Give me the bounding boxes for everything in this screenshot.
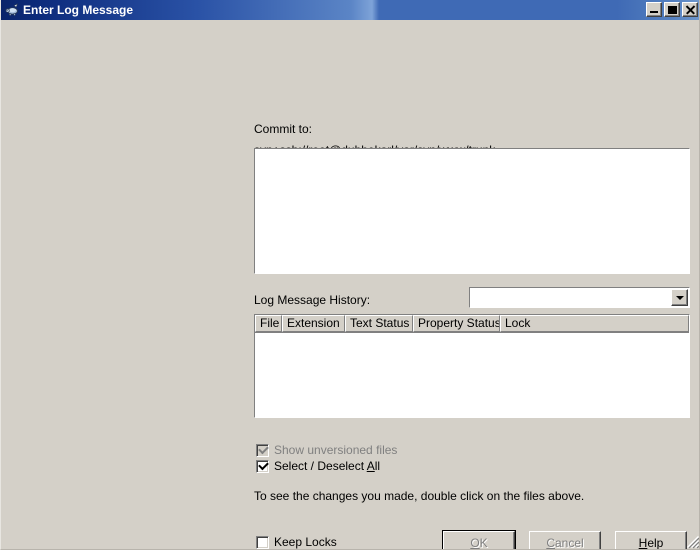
chevron-down-icon[interactable] [671, 289, 688, 306]
column-header-text-status[interactable]: Text Status [345, 315, 413, 332]
ok-button-label: OK [470, 536, 487, 550]
file-list[interactable]: File Extension Text Status Property Stat… [254, 314, 690, 418]
show-unversioned-files-checkbox: Show unversioned files [256, 443, 397, 457]
checkbox-icon-checked-disabled [256, 443, 269, 457]
help-button[interactable]: Help [615, 531, 687, 550]
cancel-button-label: Cancel [546, 536, 583, 550]
cancel-accel: C [546, 535, 555, 550]
tortoise-svn-icon [4, 2, 20, 18]
file-list-header: File Extension Text Status Property Stat… [255, 315, 689, 333]
resize-grip[interactable] [686, 535, 699, 549]
keep-locks-checkbox[interactable]: Keep Locks [256, 535, 337, 549]
close-button[interactable] [682, 2, 698, 17]
enter-log-message-dialog: Enter Log Message Commit to: svn+ssh://r… [0, 0, 700, 550]
column-header-file[interactable]: File [255, 315, 282, 332]
column-header-extension[interactable]: Extension [282, 315, 345, 332]
window-controls [646, 2, 698, 17]
checkbox-icon-unchecked[interactable] [256, 535, 269, 549]
dialog-body: Commit to: svn+ssh://root@dubbekarl/var/… [1, 20, 699, 550]
select-all-label-accel: A [366, 459, 375, 473]
cancel-button[interactable]: Cancel [529, 531, 601, 550]
hint-text: To see the changes you made, double clic… [254, 489, 585, 503]
maximize-icon-bar [668, 6, 677, 8]
ok-button[interactable]: OK [442, 530, 516, 550]
ok-accel: O [470, 535, 480, 550]
log-message-box[interactable] [254, 148, 690, 274]
column-header-property-status[interactable]: Property Status [413, 315, 500, 332]
file-list-body[interactable] [255, 333, 689, 417]
log-message-history-combo[interactable] [469, 287, 690, 308]
checkbox-icon-checked[interactable] [256, 459, 269, 473]
column-header-lock[interactable]: Lock [500, 315, 689, 332]
maximize-button[interactable] [664, 2, 680, 17]
ok-post: K [479, 535, 488, 550]
minimize-icon [650, 11, 658, 13]
log-message-history-label: Log Message History: [254, 293, 371, 307]
keep-locks-label: Keep Locks [274, 535, 337, 549]
select-all-label-pre: Select / Deselect [274, 459, 367, 473]
help-post: elp [647, 535, 664, 550]
window-title: Enter Log Message [23, 3, 134, 17]
cancel-post: ancel [554, 535, 584, 550]
title-bar[interactable]: Enter Log Message [1, 0, 699, 20]
select-all-label-post: ll [374, 459, 381, 473]
show-unversioned-files-label: Show unversioned files [274, 443, 398, 457]
help-button-label: Help [639, 536, 664, 550]
commit-to-label: Commit to: [254, 122, 313, 136]
minimize-button[interactable] [646, 2, 662, 17]
select-deselect-all-checkbox[interactable]: Select / Deselect All [256, 459, 380, 473]
log-message-input[interactable] [255, 149, 689, 273]
select-deselect-all-label: Select / Deselect All [274, 459, 380, 473]
